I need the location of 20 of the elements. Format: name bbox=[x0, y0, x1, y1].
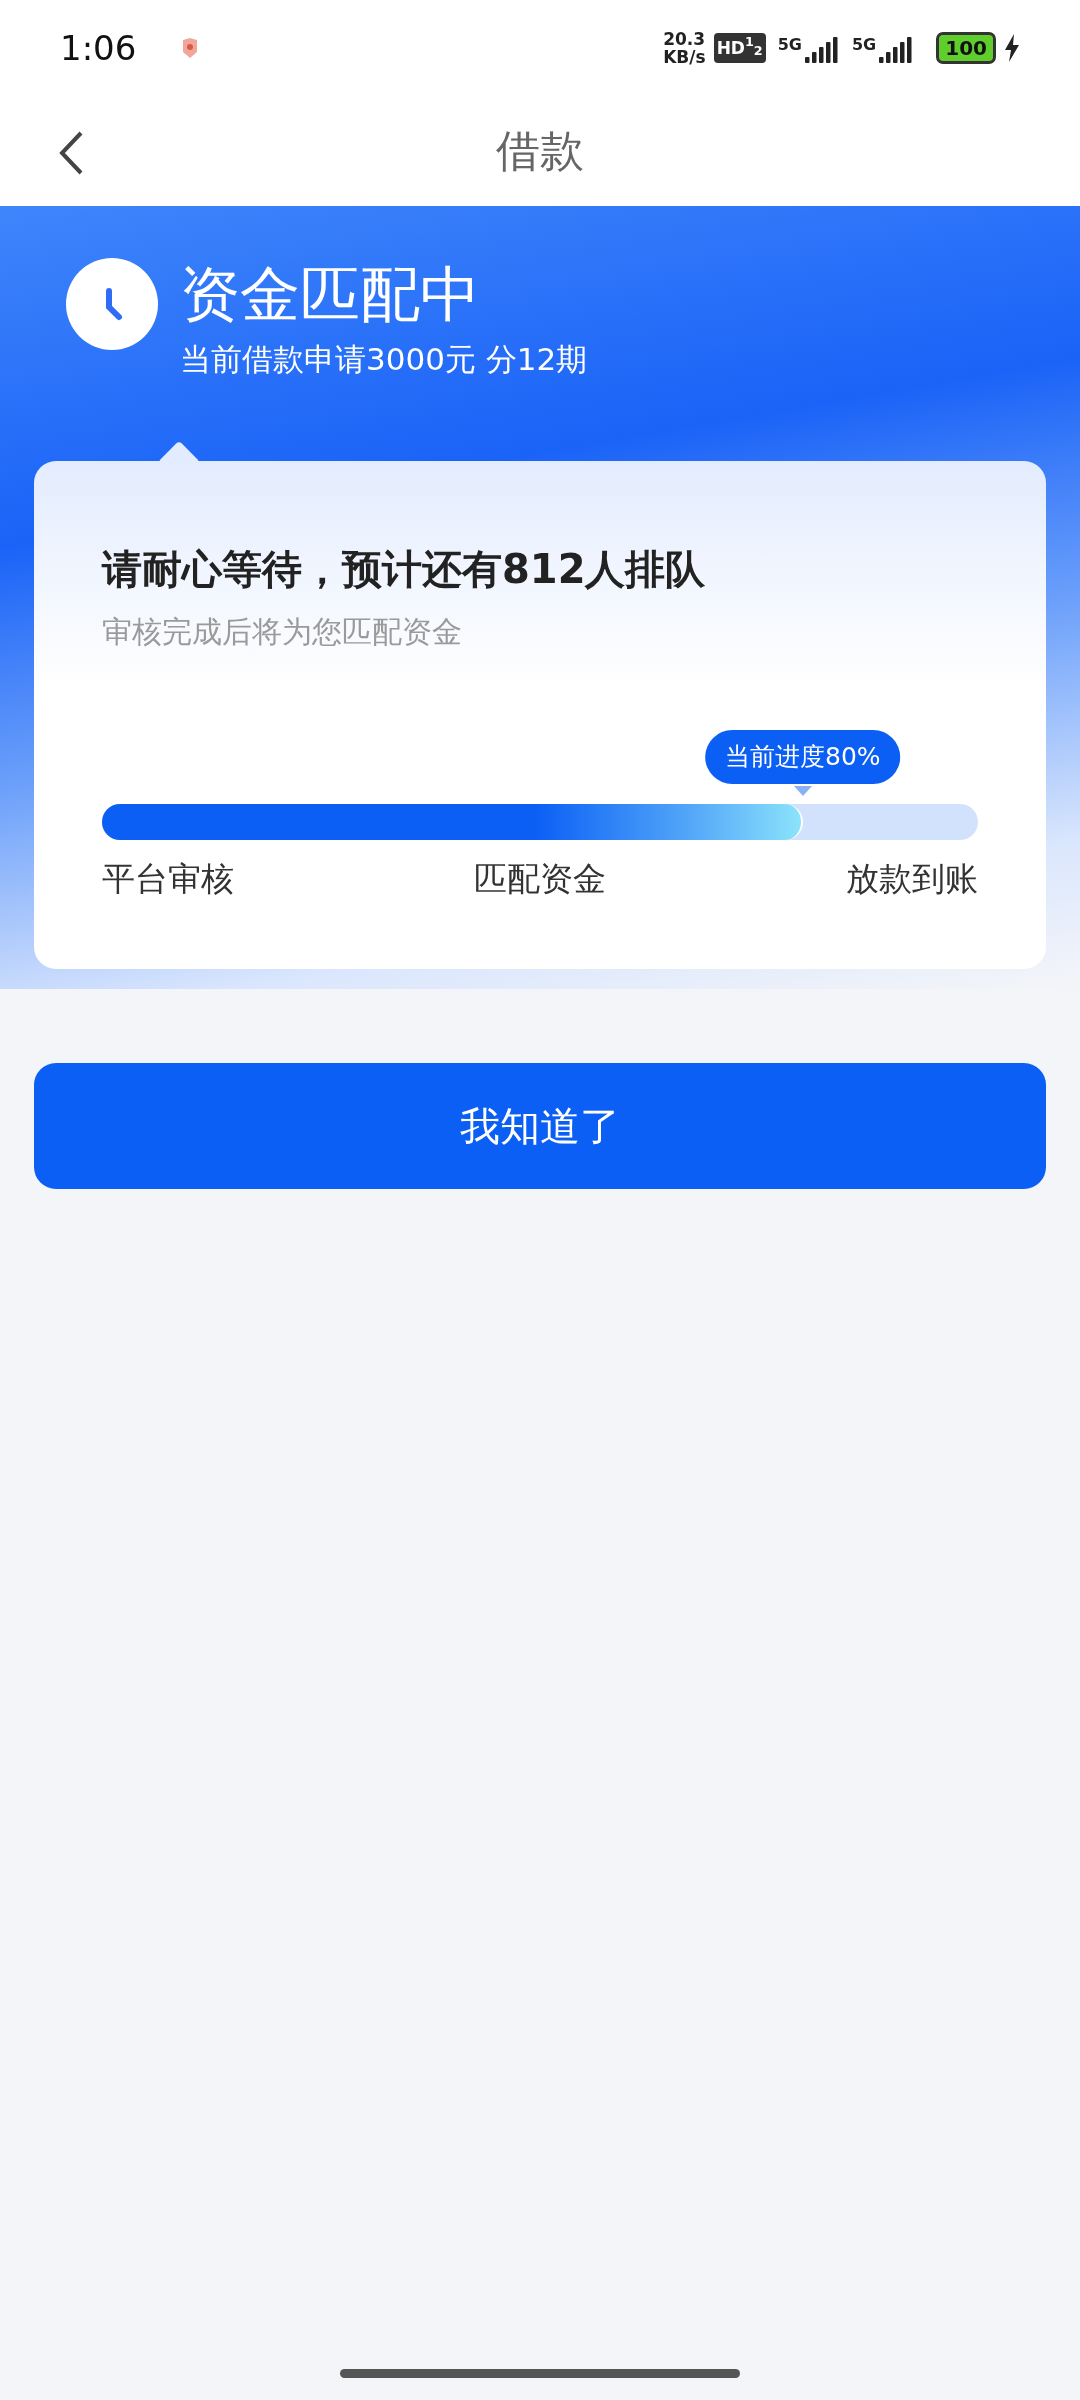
back-icon[interactable] bbox=[58, 130, 84, 176]
queue-message: 请耐心等待，预计还有812人排队 bbox=[102, 544, 707, 594]
page-title: 借款 bbox=[496, 124, 584, 178]
queue-hint: 审核完成后将为您匹配资金 bbox=[102, 612, 463, 651]
battery-indicator: 100 bbox=[936, 32, 996, 64]
progress-step-label: 放款到账 bbox=[846, 857, 978, 900]
loan-summary: 当前借款申请3000元 分12期 bbox=[180, 340, 588, 379]
network-type: 5G bbox=[777, 34, 802, 56]
acknowledge-button[interactable]: 我知道了 bbox=[34, 1063, 1046, 1189]
network-speed: 20.3 bbox=[663, 30, 706, 48]
status-time: 1:06 bbox=[60, 26, 137, 70]
status-title: 资金匹配中 bbox=[180, 258, 481, 330]
app-notification-icon bbox=[182, 37, 199, 59]
network-speed-unit: KB/s bbox=[663, 48, 706, 66]
charging-icon bbox=[1004, 34, 1020, 62]
progress-tooltip: 当前进度80% bbox=[705, 729, 901, 784]
network-type: 5G bbox=[852, 34, 877, 56]
progress-step-label: 匹配资金 bbox=[474, 857, 606, 900]
tooltip-pointer bbox=[793, 785, 812, 796]
progress-step-label: 平台审核 bbox=[102, 857, 234, 900]
